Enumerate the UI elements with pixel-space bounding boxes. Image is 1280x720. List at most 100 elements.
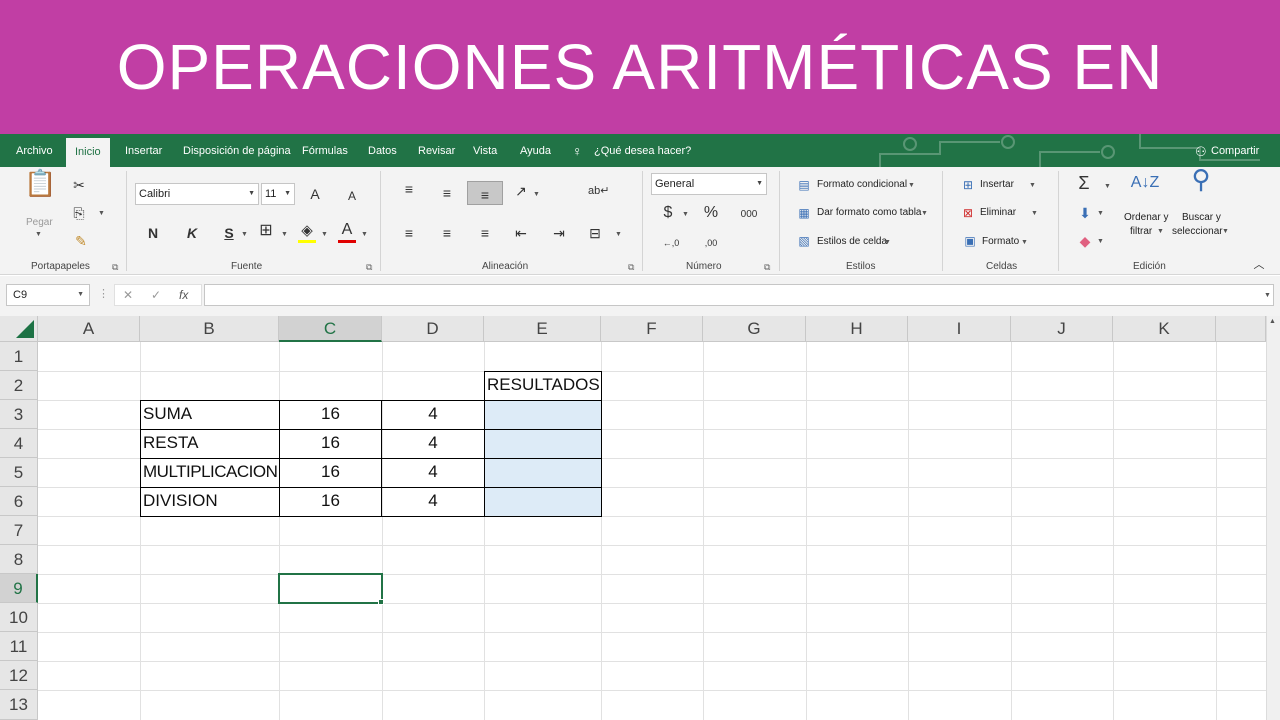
cell-e2[interactable]: RESULTADOS [484,375,601,395]
tab-help[interactable]: Ayuda [520,134,551,167]
column-header-f[interactable]: F [601,316,703,342]
tab-home[interactable]: Inicio [66,138,110,167]
chevron-down-icon[interactable]: ▼ [908,182,915,189]
row-header-1[interactable]: 1 [0,342,38,371]
find-select-label-1[interactable]: Buscar y [1182,212,1221,223]
cell-d6[interactable]: 4 [382,491,484,511]
font-size-combo[interactable]: 11 ▼ [261,183,295,205]
fill-handle[interactable] [378,599,384,605]
row-header-6[interactable]: 6 [0,487,38,516]
underline-button[interactable]: S [220,225,238,241]
drag-handle-icon[interactable]: ⋮ [98,287,109,300]
paste-icon[interactable]: 📋 [24,170,56,205]
chevron-down-icon[interactable]: ▼ [1029,182,1036,189]
delete-cells-icon[interactable]: ⊠ [960,205,976,221]
wrap-text-icon[interactable]: ab↵ [588,183,609,199]
chevron-down-icon[interactable]: ▼ [1157,228,1164,235]
percent-button[interactable]: % [702,205,720,221]
number-launcher-icon[interactable]: ⧉ [764,262,770,273]
bold-button[interactable]: N [144,225,162,241]
format-cells-button[interactable]: Formato [982,236,1019,247]
align-center-icon[interactable]: ≡ [438,225,456,241]
insert-function-icon[interactable]: fx [179,288,188,302]
insert-cells-button[interactable]: Insertar [980,179,1014,190]
tab-page-layout[interactable]: Disposición de página [183,134,291,167]
align-right-icon[interactable]: ≡ [476,225,494,241]
sort-filter-icon[interactable]: A↓Z [1128,175,1162,191]
row-header-10[interactable]: 10 [0,603,38,632]
find-select-icon[interactable]: ⚲ [1184,166,1218,205]
row-header-2[interactable]: 2 [0,371,38,400]
row-header-4[interactable]: 4 [0,429,38,458]
select-all-button[interactable] [0,316,38,342]
cell-c5[interactable]: 16 [279,462,382,482]
cell-c3[interactable]: 16 [279,404,382,424]
cell-styles-icon[interactable]: ▧ [796,233,812,249]
cell-d4[interactable]: 4 [382,433,484,453]
cell-c4[interactable]: 16 [279,433,382,453]
name-box[interactable]: C9 ▼ [6,284,90,306]
row-header-5[interactable]: 5 [0,458,38,487]
delete-cells-button[interactable]: Eliminar [980,207,1016,218]
tab-formulas[interactable]: Fórmulas [302,134,348,167]
column-header-l[interactable] [1216,316,1266,342]
formula-input[interactable] [204,284,1274,306]
column-header-c[interactable]: C [279,316,382,342]
currency-button[interactable]: $ [659,205,677,221]
format-as-table-button[interactable]: Dar formato como tabla [817,207,922,218]
column-header-a[interactable]: A [38,316,140,342]
format-cells-icon[interactable]: ▣ [962,233,978,249]
orientation-dropdown-icon[interactable]: ▼ [533,191,540,198]
copy-icon[interactable]: ⎘ [70,205,88,221]
column-header-i[interactable]: I [908,316,1011,342]
cell-b6[interactable]: DIVISION [140,491,279,511]
column-header-d[interactable]: D [382,316,484,342]
italic-button[interactable]: K [183,225,201,241]
align-middle-icon[interactable]: ≡ [438,185,456,201]
cut-icon[interactable]: ✂ [70,177,88,193]
chevron-down-icon[interactable]: ▼ [1031,210,1038,217]
orientation-icon[interactable]: ↗ [512,183,530,199]
copy-dropdown-icon[interactable]: ▼ [98,210,105,217]
column-header-g[interactable]: G [703,316,806,342]
tab-view[interactable]: Vista [473,134,497,167]
font-launcher-icon[interactable]: ⧉ [366,262,372,273]
share-button[interactable]: Compartir [1211,134,1259,167]
fill-color-icon[interactable]: ◈ [298,223,316,239]
collapse-ribbon-icon[interactable]: ︿ [1252,257,1266,273]
conditional-format-icon[interactable]: ▤ [796,177,812,193]
row-header-13[interactable]: 13 [0,690,38,720]
paste-dropdown-icon[interactable]: ▼ [35,231,42,238]
column-header-j[interactable]: J [1011,316,1113,342]
tab-data[interactable]: Datos [368,134,397,167]
column-header-e[interactable]: E [484,316,601,342]
grow-font-icon[interactable]: A [306,186,324,202]
shrink-font-icon[interactable]: A [343,188,361,204]
thousands-button[interactable]: 000 [738,207,760,223]
chevron-down-icon[interactable]: ▼ [1104,183,1111,190]
font-name-combo[interactable]: Calibri ▼ [135,183,259,205]
cell-b3[interactable]: SUMA [140,404,279,424]
chevron-down-icon[interactable]: ▼ [921,210,928,217]
fill-color-dropdown-icon[interactable]: ▼ [321,231,328,238]
cancel-icon[interactable]: ✕ [123,288,133,302]
decrease-indent-icon[interactable]: ⇤ [512,225,530,241]
cell-b5[interactable]: MULTIPLICACION [140,462,279,482]
insert-cells-icon[interactable]: ⊞ [960,177,976,193]
merge-dropdown-icon[interactable]: ▼ [615,231,622,238]
active-cell-c9[interactable] [278,573,383,604]
decrease-decimal-button[interactable]: ,00 [700,235,722,251]
sort-filter-label-1[interactable]: Ordenar y [1124,212,1168,223]
column-header-b[interactable]: B [140,316,279,342]
format-painter-icon[interactable]: ✎ [72,233,90,249]
align-top-icon[interactable]: ≡ [400,181,418,197]
borders-dropdown-icon[interactable]: ▼ [281,231,288,238]
increase-indent-icon[interactable]: ⇥ [550,225,568,241]
cell-c6[interactable]: 16 [279,491,382,511]
enter-icon[interactable]: ✓ [151,288,161,302]
alignment-launcher-icon[interactable]: ⧉ [628,262,634,273]
sort-filter-label-2[interactable]: filtrar [1130,226,1152,237]
autosum-icon[interactable]: Σ [1074,174,1094,192]
format-as-table-icon[interactable]: ▦ [796,205,812,221]
column-header-h[interactable]: H [806,316,908,342]
